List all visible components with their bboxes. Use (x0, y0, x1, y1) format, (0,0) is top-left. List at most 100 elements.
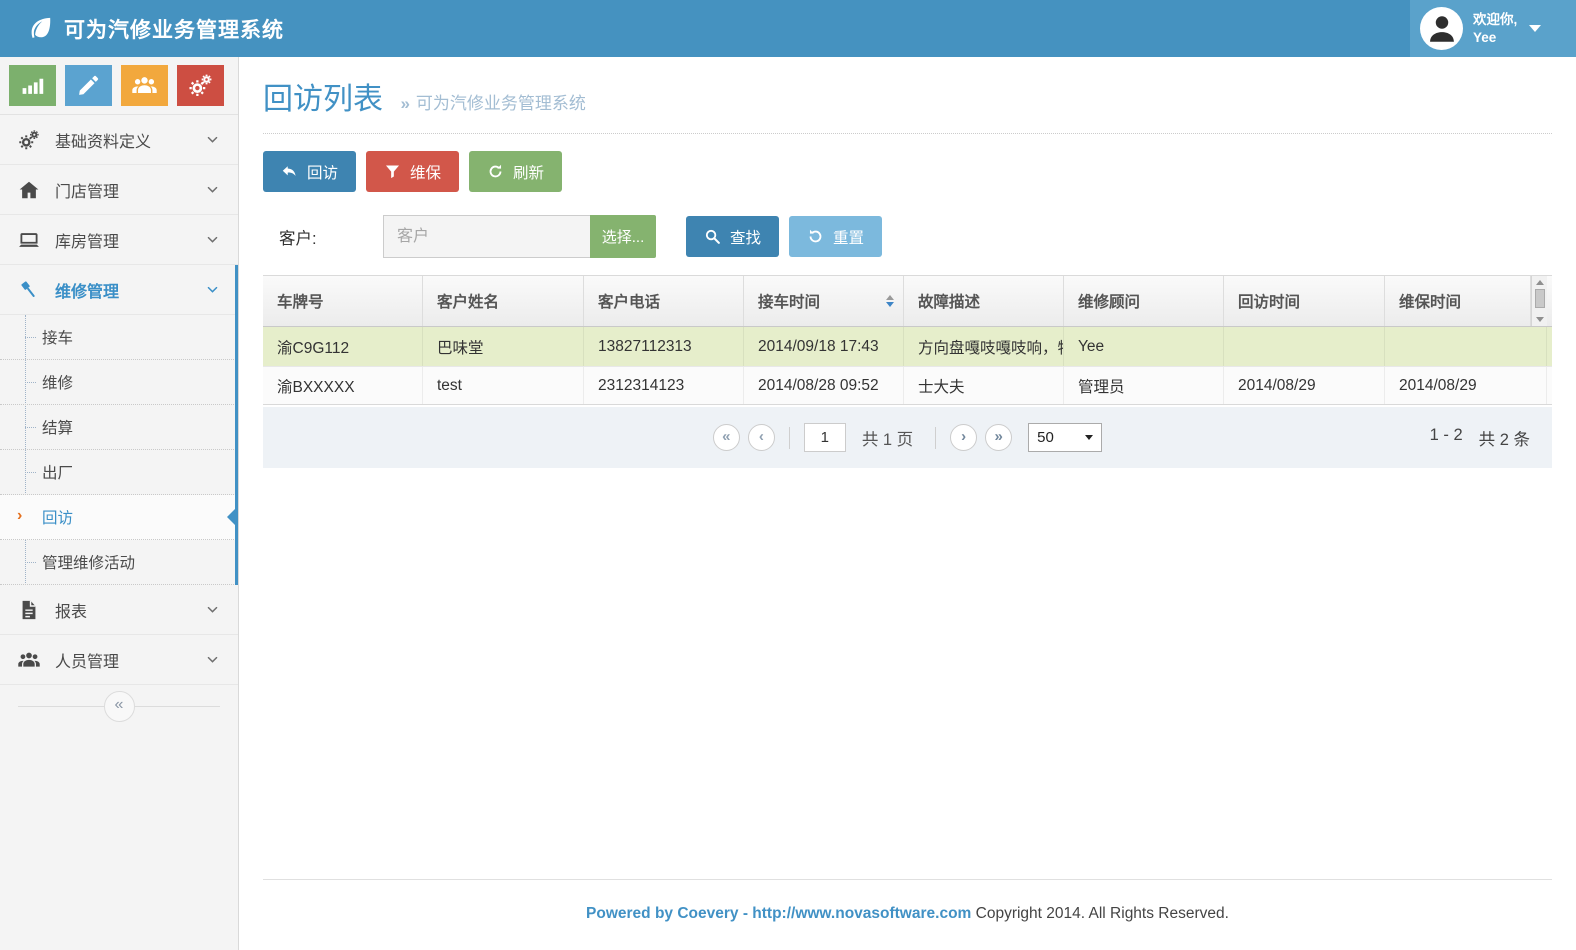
customer-select-button[interactable]: 选择... (590, 215, 656, 258)
cogs-icon (188, 73, 213, 98)
sidebar-item-label: 门店管理 (55, 178, 119, 202)
layout: 基础资料定义 门店管理 库房管理 维修管理 接车 维修 (0, 57, 1576, 950)
prev-page-button[interactable]: ‹ (748, 424, 775, 451)
user-menu[interactable]: 欢迎你, Yee (1410, 0, 1576, 57)
sidebar-subitem-follow-up[interactable]: › 回访 (0, 495, 238, 540)
laptop-icon (18, 229, 40, 251)
undo-icon (807, 228, 824, 245)
chevron-down-icon (205, 182, 220, 197)
chevron-down-icon (205, 602, 220, 617)
subitem-label: 结算 (42, 416, 73, 438)
welcome-text: 欢迎你, Yee (1473, 11, 1517, 46)
cell-visit-time: 2014/08/29 (1224, 367, 1385, 404)
visit-button-label: 回访 (307, 161, 338, 183)
gavel-icon (18, 279, 40, 301)
cell-customer-phone: 13827112313 (584, 327, 744, 366)
shortcut-users-button[interactable] (121, 65, 168, 106)
table-row[interactable]: 渝C9G112 巴味堂 13827112313 2014/09/18 17:43… (263, 327, 1552, 366)
reply-icon (281, 163, 298, 180)
shortcut-edit-button[interactable] (65, 65, 112, 106)
shortcut-settings-button[interactable] (177, 65, 224, 106)
sidebar-item-reports[interactable]: 报表 (0, 585, 238, 635)
breadcrumb-sep: » (400, 94, 409, 113)
column-header-receive-time[interactable]: 接车时间 (744, 276, 904, 326)
cell-plate: 渝BXXXXX (263, 367, 423, 404)
column-header-maintain-time[interactable]: 维保时间 (1385, 276, 1531, 326)
refresh-button[interactable]: 刷新 (469, 151, 562, 192)
sidebar-subitem-settlement[interactable]: 结算 (0, 405, 238, 450)
sidebar-item-label: 库房管理 (55, 228, 119, 252)
column-header-advisor[interactable]: 维修顾问 (1064, 276, 1224, 326)
scrollbar-thumb[interactable] (1535, 289, 1545, 308)
cell-advisor: 管理员 (1064, 367, 1224, 404)
maintain-button[interactable]: 维保 (366, 151, 459, 192)
last-page-button[interactable]: » (985, 424, 1012, 451)
page-title: 回访列表 (263, 83, 383, 116)
sidebar-subitem-manage-repair-activities[interactable]: 管理维修活动 (0, 540, 238, 585)
app-brand: 可为汽修业务管理系统 (0, 14, 284, 44)
record-range: 1 - 2 共 2 条 (1430, 426, 1530, 450)
chart-icon (20, 73, 45, 98)
cell-maintain-time (1385, 327, 1547, 366)
refresh-button-label: 刷新 (513, 161, 544, 183)
cell-customer-name: test (423, 367, 584, 404)
sidebar-subitem-repair[interactable]: 维修 (0, 360, 238, 405)
search-button[interactable]: 查找 (686, 216, 779, 257)
column-header-visit-time[interactable]: 回访时间 (1224, 276, 1385, 326)
subitem-label: 出厂 (42, 461, 73, 483)
funnel-icon (384, 163, 401, 180)
breadcrumb[interactable]: » 可为汽修业务管理系统 (400, 94, 585, 113)
leaf-icon (26, 15, 53, 42)
table-scrollbar[interactable] (1531, 276, 1547, 326)
sort-desc-icon (886, 302, 894, 307)
shortcut-chart-button[interactable] (9, 65, 56, 106)
sidebar-item-store-mgmt[interactable]: 门店管理 (0, 165, 238, 215)
column-header-customer-name[interactable]: 客户姓名 (423, 276, 584, 326)
powered-by-link[interactable]: Powered by Coevery - http://www.novasoft… (586, 905, 971, 922)
first-page-button[interactable]: « (713, 424, 740, 451)
customer-label: 客户: (263, 225, 383, 249)
page-size-select[interactable]: 50 (1028, 423, 1102, 452)
search-button-label: 查找 (730, 226, 761, 248)
users-icon (18, 649, 40, 671)
scrollbar-down-icon[interactable] (1536, 317, 1544, 322)
column-header-fault-desc[interactable]: 故障描述 (904, 276, 1064, 326)
column-header-plate[interactable]: 车牌号 (263, 276, 423, 326)
caret-down-icon (1529, 25, 1541, 32)
sidebar-subitem-receive-car[interactable]: 接车 (0, 315, 238, 360)
visit-button[interactable]: 回访 (263, 151, 356, 192)
range-label: 1 - 2 (1430, 426, 1463, 450)
sidebar-item-basic-data[interactable]: 基础资料定义 (0, 115, 238, 165)
reset-button[interactable]: 重置 (789, 216, 882, 257)
caret-down-icon (1085, 435, 1093, 440)
cell-customer-name: 巴味堂 (423, 327, 584, 366)
chevron-down-icon (205, 652, 220, 667)
welcome-line1: 欢迎你, (1473, 11, 1517, 29)
page-number-input[interactable] (804, 423, 846, 452)
sidebar-item-label: 报表 (55, 598, 87, 622)
reset-button-label: 重置 (833, 226, 864, 248)
column-header-customer-phone[interactable]: 客户电话 (584, 276, 744, 326)
chevron-down-icon (205, 232, 220, 247)
next-page-button[interactable]: › (950, 424, 977, 451)
cell-visit-time (1224, 327, 1385, 366)
main-content: 回访列表 » 可为汽修业务管理系统 回访 维保 刷新 客户: 选择... (239, 57, 1576, 950)
cell-fault-desc: 士大夫 (904, 367, 1064, 404)
sidebar-item-personnel-mgmt[interactable]: 人员管理 (0, 635, 238, 685)
sidebar-item-repair-mgmt[interactable]: 维修管理 (0, 265, 238, 315)
chevron-down-icon (205, 282, 220, 297)
customer-input[interactable] (383, 215, 590, 258)
sidebar-collapse-button[interactable]: « (104, 691, 135, 722)
breadcrumb-label: 可为汽修业务管理系统 (416, 94, 586, 113)
sidebar-group-repair-mgmt: 维修管理 接车 维修 结算 出厂 › 回访 (0, 265, 238, 585)
sidebar-item-warehouse-mgmt[interactable]: 库房管理 (0, 215, 238, 265)
page-footer: Powered by Coevery - http://www.novasoft… (239, 879, 1576, 950)
sort-asc-icon (886, 295, 894, 300)
scrollbar-up-icon[interactable] (1536, 280, 1544, 285)
column-label: 维修顾问 (1078, 290, 1140, 312)
sidebar-shortcuts (0, 57, 238, 115)
table-row[interactable]: 渝BXXXXX test 2312314123 2014/08/28 09:52… (263, 366, 1552, 405)
users-icon (132, 73, 157, 98)
sidebar-subitem-factory-out[interactable]: 出厂 (0, 450, 238, 495)
avatar[interactable] (1420, 7, 1463, 50)
